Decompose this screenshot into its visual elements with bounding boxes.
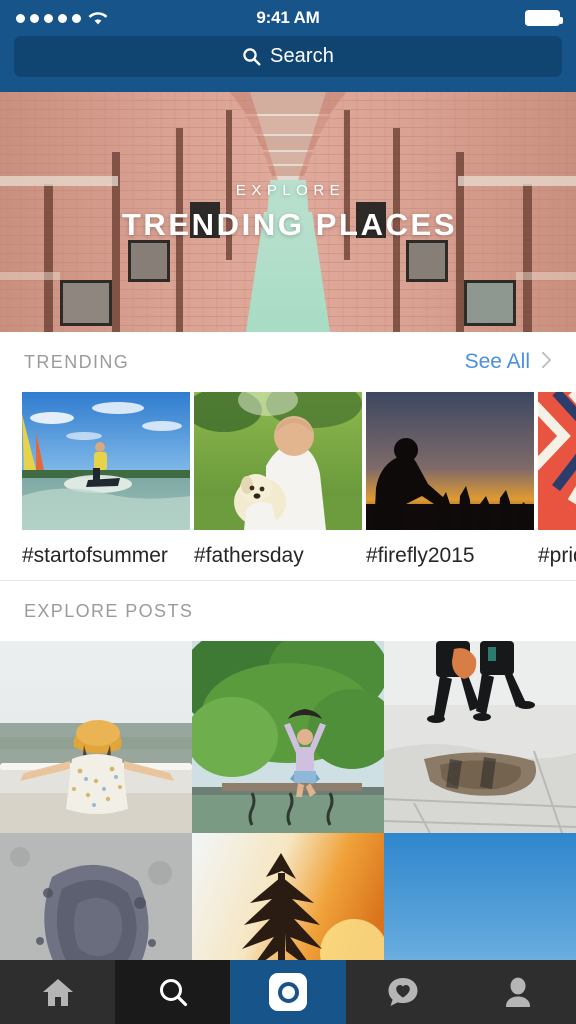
chevron-right-icon	[541, 351, 552, 373]
trending-card[interactable]: #startofsummer	[22, 392, 190, 580]
trending-card-tag: #firefly2015	[366, 530, 534, 580]
tab-search[interactable]	[115, 960, 230, 1024]
status-bar-clock: 9:41 AM	[0, 0, 576, 36]
trending-card[interactable]: #fathersday	[194, 392, 362, 580]
trending-section-header: TRENDING See All	[0, 332, 576, 392]
search-icon	[242, 47, 261, 66]
trending-card-image	[538, 392, 576, 530]
trending-card-tag: #startofsummer	[22, 530, 190, 580]
see-all-button[interactable]: See All	[465, 350, 552, 374]
see-all-label: See All	[465, 350, 530, 374]
bottom-tab-bar	[0, 960, 576, 1024]
tab-activity[interactable]	[346, 960, 461, 1024]
tab-explore[interactable]	[230, 960, 345, 1024]
explore-post[interactable]	[192, 641, 384, 833]
explore-post-image	[192, 641, 384, 833]
explore-post[interactable]	[384, 641, 576, 833]
status-bar-right	[525, 10, 560, 26]
trending-card[interactable]: #firefly2015	[366, 392, 534, 580]
trending-card-image	[194, 392, 362, 530]
trending-carousel[interactable]: #startofsummer	[0, 392, 576, 580]
explore-post-image	[0, 641, 192, 833]
battery-full-icon	[525, 10, 560, 26]
explore-screen: 9:41 AM Search	[0, 0, 576, 1024]
home-icon	[42, 977, 74, 1007]
explore-section-header: EXPLORE POSTS	[0, 581, 576, 641]
hero-banner[interactable]: EXPLORE TRENDING PLACES	[0, 92, 576, 332]
person-icon	[503, 976, 533, 1008]
explore-post[interactable]	[0, 641, 192, 833]
trending-card-image	[366, 392, 534, 530]
hero-title: TRENDING PLACES	[119, 207, 457, 243]
trending-card-image	[22, 392, 190, 530]
trending-title: TRENDING	[24, 352, 129, 373]
trending-card-tag: #fathersday	[194, 530, 362, 580]
tab-home[interactable]	[0, 960, 115, 1024]
search-icon	[158, 977, 188, 1007]
search-input[interactable]: Search	[14, 36, 562, 77]
tab-profile[interactable]	[461, 960, 576, 1024]
explore-posts-title: EXPLORE POSTS	[24, 601, 193, 622]
app-header: 9:41 AM Search	[0, 0, 576, 92]
heart-speech-bubble-icon	[387, 976, 419, 1008]
trending-card[interactable]: #pride	[538, 392, 576, 580]
trending-card-tag: #pride	[538, 530, 576, 580]
hero-text-overlay: EXPLORE TRENDING PLACES	[0, 92, 576, 332]
explore-camera-icon	[269, 973, 307, 1011]
hero-kicker: EXPLORE	[231, 182, 345, 199]
explore-post-image	[384, 641, 576, 833]
status-bar: 9:41 AM	[0, 0, 576, 36]
search-placeholder: Search	[270, 45, 334, 68]
